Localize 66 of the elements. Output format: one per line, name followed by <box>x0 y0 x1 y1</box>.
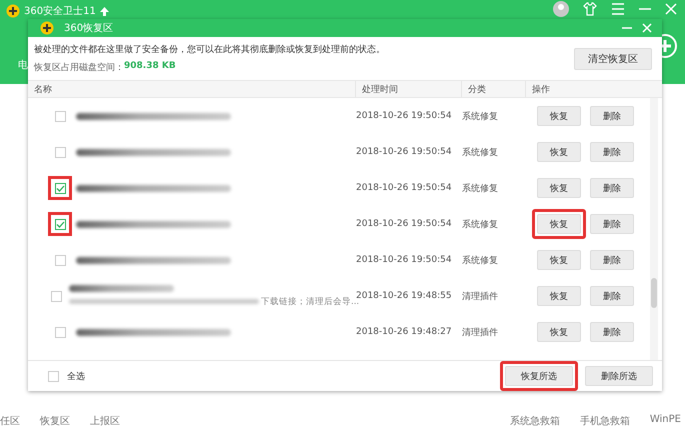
column-header[interactable]: 操作 <box>526 81 646 97</box>
close-icon[interactable] <box>665 3 677 15</box>
checkbox[interactable] <box>51 290 62 302</box>
side-label: 电 <box>18 58 28 72</box>
checkbox[interactable] <box>54 254 66 266</box>
avatar-icon[interactable] <box>553 1 569 17</box>
close-icon[interactable] <box>642 23 652 33</box>
restore-button[interactable]: 恢复 <box>537 214 581 234</box>
restore-selected-button[interactable]: 恢复所选 <box>505 366 573 386</box>
bottom-link[interactable]: 恢复区 <box>40 414 70 428</box>
bottom-link[interactable]: 上报区 <box>90 414 120 428</box>
bottom-link[interactable]: WinPE <box>650 414 681 428</box>
minimize-icon[interactable] <box>639 8 651 10</box>
checkbox[interactable] <box>54 182 66 194</box>
checkbox[interactable] <box>54 146 66 158</box>
time-cell-text: 2018-10-26 19:50:54 <box>356 183 453 193</box>
checkbox[interactable] <box>48 370 59 382</box>
time-cell-text: 2018-10-26 19:50:54 <box>356 147 453 157</box>
delete-button[interactable]: 删除 <box>590 322 634 342</box>
bottom-link[interactable]: 手机急救箱 <box>580 414 630 428</box>
restore-button[interactable]: 恢复 <box>537 250 581 270</box>
usage-label: 恢复区占用磁盘空间： <box>34 62 124 74</box>
delete-button[interactable]: 删除 <box>590 214 634 234</box>
category-cell-text: 系统修复 <box>462 218 499 230</box>
restore-button[interactable]: 恢复 <box>537 106 581 126</box>
app-title: 360安全卫士11 <box>24 4 96 18</box>
time-cell-text: 2018-10-26 19:50:54 <box>356 111 453 121</box>
time-cell-text: 2018-10-26 19:50:54 <box>356 255 453 265</box>
delete-selected-button[interactable]: 删除所选 <box>585 366 653 386</box>
checkbox[interactable] <box>54 110 66 122</box>
restore-button[interactable]: 恢复 <box>537 322 581 342</box>
checkbox[interactable] <box>54 218 66 230</box>
dialog-title: 360恢复区 <box>64 22 114 35</box>
delete-button[interactable]: 删除 <box>590 142 634 162</box>
category-cell-text: 系统修复 <box>462 254 499 266</box>
usage-value: 908.38 KB <box>124 61 176 73</box>
scrollbar[interactable] <box>650 98 658 360</box>
restore-button[interactable]: 恢复 <box>537 286 581 306</box>
delete-button[interactable]: 删除 <box>590 178 634 198</box>
delete-button[interactable]: 删除 <box>590 286 634 306</box>
category-cell-text: 系统修复 <box>462 110 499 122</box>
shirt-icon[interactable] <box>583 2 597 16</box>
bottom-link[interactable]: 系统急救箱 <box>510 414 560 428</box>
menu-icon[interactable] <box>611 3 625 15</box>
category-cell-text: 清理插件 <box>462 326 499 338</box>
time-cell-text: 2018-10-26 19:50:54 <box>356 219 453 229</box>
category-cell-text: 系统修复 <box>462 182 499 194</box>
column-header[interactable]: 处理时间 <box>356 81 462 97</box>
restore-button[interactable]: 恢复 <box>537 178 581 198</box>
select-all-label[interactable]: 全选 <box>67 370 85 382</box>
description-text: 被处理的文件都在这里做了安全备份，您可以在此将其彻底删除或恢复到处理前的状态。 <box>34 44 386 56</box>
checkbox[interactable] <box>54 326 66 338</box>
restore-button[interactable]: 恢复 <box>537 142 581 162</box>
bottom-link[interactable]: 任区 <box>0 414 20 428</box>
delete-button[interactable]: 删除 <box>590 106 634 126</box>
minimize-icon[interactable] <box>622 27 632 29</box>
category-cell-text: 清理插件 <box>462 290 499 302</box>
upgrade-icon[interactable] <box>100 6 109 16</box>
delete-button[interactable]: 删除 <box>590 250 634 270</box>
time-cell-text: 2018-10-26 19:48:27 <box>356 327 453 337</box>
shield-logo-icon <box>40 21 54 35</box>
column-header[interactable]: 分类 <box>462 81 526 97</box>
clear-button[interactable]: 清空恢复区 <box>574 48 652 70</box>
column-header[interactable]: 名称 <box>28 81 356 97</box>
category-cell-text: 系统修复 <box>462 146 499 158</box>
shield-logo-icon <box>6 4 20 18</box>
